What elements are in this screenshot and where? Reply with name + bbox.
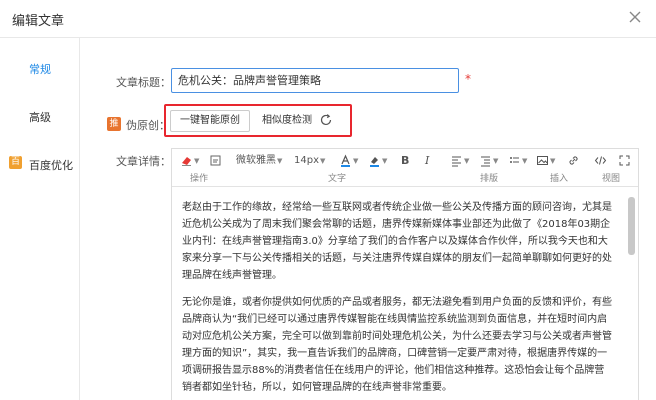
title-label: 文章标题： <box>116 76 171 89</box>
toolbar-group-label: 视图 <box>602 174 621 184</box>
similarity-check-button[interactable]: 相似度检测 <box>257 110 347 132</box>
bold-icon[interactable]: B <box>401 153 409 169</box>
font-size-value: 14px <box>294 155 319 166</box>
format-painter-icon[interactable] <box>209 153 222 169</box>
nav-item-changgui[interactable]: 常规 <box>0 58 80 78</box>
close-icon[interactable] <box>626 8 644 26</box>
pseudo-original-icon: 推 <box>107 117 121 131</box>
font-color-icon[interactable]: ▼ <box>339 153 358 169</box>
list-icon[interactable]: ▼ <box>508 153 527 169</box>
required-mark: * <box>465 72 471 86</box>
editor-scrollbar[interactable] <box>628 197 635 397</box>
toolbar-group-label: 操作 <box>190 174 209 184</box>
align-icon[interactable]: ▼ <box>450 153 469 169</box>
italic-icon[interactable]: I <box>425 153 429 169</box>
eraser-icon[interactable]: ▼ <box>180 153 199 169</box>
font-size-select[interactable]: 14px▼ <box>294 153 325 169</box>
toolbar-group-label: 文字 <box>328 174 347 184</box>
nav-item-label: 高级 <box>29 111 51 124</box>
content-paragraph: 老赵由于工作的缘故，经常给一些互联网或者传统企业做一些公关及传播方面的顾问咨询，… <box>182 202 612 281</box>
toolbar-group-label: 排版 <box>480 174 499 184</box>
dialog-header: 编辑文章 <box>0 0 656 38</box>
detail-label: 文章详情： <box>116 155 171 168</box>
fullscreen-icon[interactable] <box>618 153 631 169</box>
nav-item-label: 常规 <box>29 63 51 76</box>
highlight-color-icon[interactable]: ▼ <box>368 153 387 169</box>
nav-item-baidu-optimize[interactable]: 百 百度优化 <box>0 154 80 174</box>
rich-text-editor: ▼ 操作 微软雅黑▼ 14px▼ ▼ ▼ B I 文字 ▼ ▼ ▼ 排版 ▼ 插… <box>171 148 639 400</box>
image-icon[interactable]: ▼ <box>536 153 555 169</box>
link-icon[interactable] <box>567 153 580 169</box>
toolbar-group-label: 插入 <box>550 174 569 184</box>
font-family-select[interactable]: 微软雅黑▼ <box>236 153 282 169</box>
baidu-icon: 百 <box>9 156 22 169</box>
title-input[interactable]: 危机公关：品牌声誉管理策略 <box>171 68 459 93</box>
dialog-title: 编辑文章 <box>12 14 65 29</box>
nav-item-gaoji[interactable]: 高级 <box>0 106 80 126</box>
editor-toolbar: ▼ 操作 微软雅黑▼ 14px▼ ▼ ▼ B I 文字 ▼ ▼ ▼ 排版 ▼ 插… <box>172 149 638 187</box>
similarity-check-label: 相似度检测 <box>262 115 312 126</box>
nav-item-label: 百度优化 <box>29 159 73 172</box>
font-family-value: 微软雅黑 <box>236 155 276 166</box>
scrollbar-thumb[interactable] <box>628 197 635 255</box>
side-nav: 常规 高级 百 百度优化 <box>0 38 80 400</box>
editor-content[interactable]: 老赵由于工作的缘故，经常给一些互联网或者传统企业做一些公关及传播方面的顾问咨询，… <box>172 187 624 400</box>
code-view-icon[interactable] <box>594 153 607 169</box>
indent-icon[interactable]: ▼ <box>479 153 498 169</box>
refresh-icon <box>320 114 332 126</box>
content-paragraph: 无论你是谁，或者你提供如何优质的产品或者服务，都无法避免看到用户负面的反馈和评价… <box>182 297 612 393</box>
oneclick-rewrite-button[interactable]: 一键智能原创 <box>170 110 250 132</box>
